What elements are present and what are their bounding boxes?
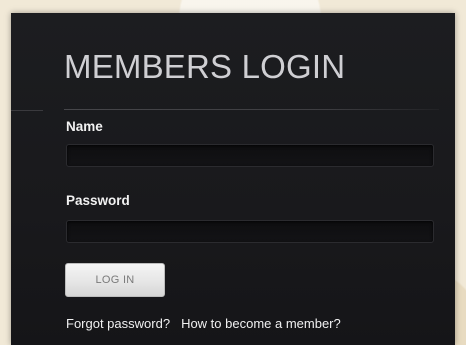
password-field[interactable] xyxy=(66,220,434,243)
password-label: Password xyxy=(66,193,130,208)
name-label: Name xyxy=(66,119,103,134)
left-divider xyxy=(11,110,43,111)
name-field[interactable] xyxy=(66,144,434,167)
login-panel: MEMBERS LOGIN Name Password LOG IN Forgo… xyxy=(11,13,455,345)
title-divider xyxy=(64,109,439,110)
login-button[interactable]: LOG IN xyxy=(65,263,165,297)
login-links: Forgot password? How to become a member? xyxy=(66,316,341,331)
become-member-link[interactable]: How to become a member? xyxy=(181,316,341,331)
page-title: MEMBERS LOGIN xyxy=(64,48,346,85)
forgot-password-link[interactable]: Forgot password? xyxy=(66,316,170,331)
